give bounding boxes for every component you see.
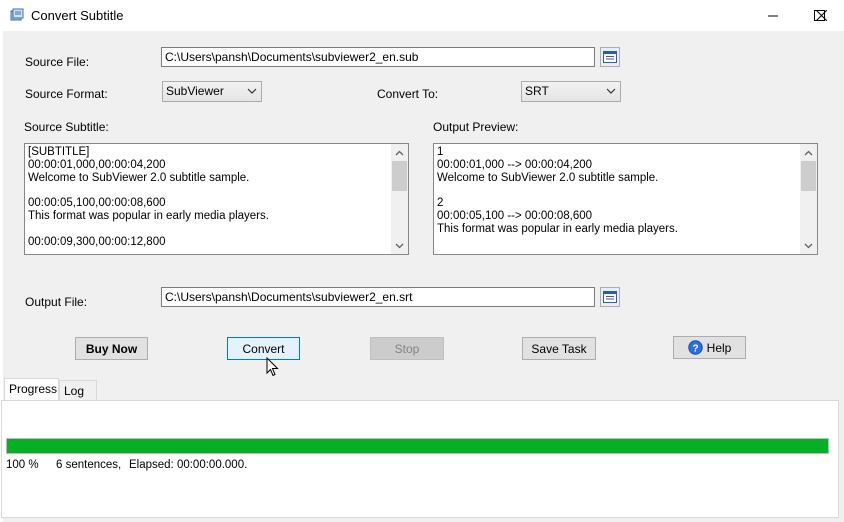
progress-fill (7, 439, 828, 453)
sentence-count: 6 sentences, (56, 459, 122, 471)
chevron-down-icon (247, 88, 257, 94)
save-task-button[interactable]: Save Task (522, 337, 596, 360)
tab-progress[interactable]: Progress (4, 378, 59, 401)
progress-panel (1, 400, 839, 518)
convert-to-select[interactable]: SRT (521, 81, 621, 102)
close-icon (815, 10, 827, 21)
source-format-label: Source Format: (25, 87, 108, 101)
source-format-select[interactable]: SubViewer (162, 81, 262, 102)
convert-button[interactable]: Convert (227, 337, 300, 360)
source-format-value: SubViewer (166, 84, 224, 98)
close-button[interactable] (798, 0, 844, 31)
browse-icon (603, 51, 617, 63)
scroll-down-button[interactable] (391, 237, 408, 254)
source-subtitle-textarea[interactable]: [SUBTITLE] 00:00:01,000,00:00:04,200 Wel… (24, 143, 409, 255)
output-preview-text: 1 00:00:01,000 --> 00:00:04,200 Welcome … (437, 146, 678, 235)
app-icon (10, 8, 24, 21)
output-preview-scrollbar[interactable] (800, 144, 817, 254)
min-btn[interactable] (750, 0, 796, 31)
stop-button[interactable]: Stop (370, 337, 444, 360)
output-preview-textarea[interactable]: 1 00:00:01,000 --> 00:00:04,200 Welcome … (433, 143, 818, 255)
convert-to-value: SRT (525, 84, 549, 98)
scroll-down-button[interactable] (800, 237, 817, 254)
chevron-up-icon (395, 150, 404, 155)
source-file-browse-button[interactable] (600, 47, 620, 67)
output-file-input[interactable]: C:\Users\pansh\Documents\subviewer2_en.s… (161, 287, 595, 307)
svg-text:?: ? (692, 343, 698, 354)
output-preview-label: Output Preview: (433, 120, 519, 134)
source-subtitle-scrollbar[interactable] (391, 144, 408, 254)
scroll-up-button[interactable] (391, 144, 408, 161)
chevron-down-icon (395, 243, 404, 248)
buy-now-button[interactable]: Buy Now (75, 337, 148, 360)
help-button[interactable]: ? Help (673, 336, 746, 359)
convert-subtitle-window: Convert Subtitle Source File: C:\Users\p… (0, 0, 844, 522)
source-file-input[interactable]: C:\Users\pansh\Documents\subviewer2_en.s… (161, 47, 595, 67)
chevron-down-icon (606, 88, 616, 94)
scroll-thumb[interactable] (392, 161, 407, 191)
scroll-thumb[interactable] (801, 161, 816, 191)
scroll-up-button[interactable] (800, 144, 817, 161)
output-file-label: Output File: (25, 295, 88, 309)
window-title: Convert Subtitle (31, 8, 124, 23)
tab-log[interactable]: Log (59, 380, 97, 400)
source-subtitle-label: Source Subtitle: (24, 120, 109, 134)
source-subtitle-text: [SUBTITLE] 00:00:01,000,00:00:04,200 Wel… (28, 146, 269, 248)
output-file-browse-button[interactable] (600, 287, 620, 307)
conversion-progress-bar (6, 438, 829, 454)
chevron-down-icon (804, 243, 813, 248)
progress-percent: 100 % (6, 459, 39, 471)
title-bar: Convert Subtitle (0, 0, 844, 31)
elapsed-time: Elapsed: 00:00:00.000. (129, 459, 248, 471)
browse-icon (603, 291, 617, 303)
convert-to-label: Convert To: (377, 87, 439, 101)
help-button-label: Help (706, 340, 732, 355)
source-file-label: Source File: (25, 55, 90, 69)
chevron-up-icon (804, 150, 813, 155)
help-icon: ? (687, 340, 703, 355)
mouse-cursor-icon (266, 357, 279, 377)
